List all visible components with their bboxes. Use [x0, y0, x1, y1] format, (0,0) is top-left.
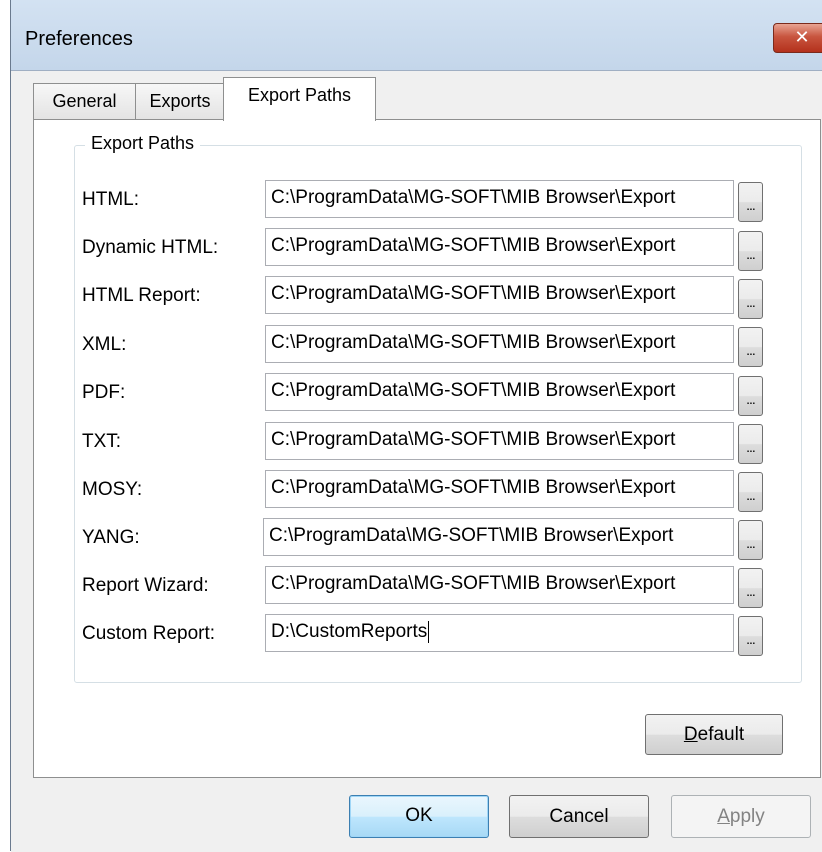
title-bar[interactable]: Preferences ✕: [11, 0, 822, 70]
custom-report-browse-button[interactable]: ...: [738, 616, 763, 656]
custom-report-label: Custom Report:: [82, 623, 216, 644]
tab-exports[interactable]: Exports: [135, 83, 225, 120]
xml-label: XML:: [82, 334, 127, 355]
txt-browse-button[interactable]: ...: [738, 424, 763, 464]
html-report-label: HTML Report:: [82, 285, 201, 306]
dynamic-html-path-value: C:\ProgramData\MG-SOFT\MIB Browser\Expor…: [271, 235, 676, 256]
yang-label: YANG:: [82, 527, 140, 548]
html-browse-button[interactable]: ...: [738, 182, 763, 222]
default-label-mnemonic: D: [683, 724, 698, 745]
custom-report-path-value: D:\CustomReports: [271, 621, 428, 643]
mosy-path-field[interactable]: C:\ProgramData\MG-SOFT\MIB Browser\Expor…: [265, 470, 734, 508]
html-path-value: C:\ProgramData\MG-SOFT\MIB Browser\Expor…: [271, 187, 676, 208]
dynamic-html-path-field[interactable]: C:\ProgramData\MG-SOFT\MIB Browser\Expor…: [265, 228, 734, 266]
tab-panel-export-paths: Export Paths HTML: C:\ProgramData\MG-SOFT…: [33, 119, 821, 778]
xml-browse-button[interactable]: ...: [738, 327, 763, 367]
pdf-path-field[interactable]: C:\ProgramData\MG-SOFT\MIB Browser\Expor…: [265, 373, 734, 411]
apply-label-mnemonic: A: [717, 806, 730, 827]
tab-general[interactable]: General: [33, 83, 136, 120]
html-report-path-value: C:\ProgramData\MG-SOFT\MIB Browser\Expor…: [271, 283, 676, 304]
mosy-label: MOSY:: [82, 479, 143, 500]
report-wizard-browse-button[interactable]: ...: [738, 568, 763, 608]
report-wizard-path-value: C:\ProgramData\MG-SOFT\MIB Browser\Expor…: [271, 573, 676, 594]
apply-button[interactable]: Apply: [671, 795, 811, 838]
mosy-path-value: C:\ProgramData\MG-SOFT\MIB Browser\Expor…: [271, 477, 676, 498]
text-caret: [428, 621, 430, 643]
tab-export-paths[interactable]: Export Paths: [223, 77, 376, 121]
txt-path-field[interactable]: C:\ProgramData\MG-SOFT\MIB Browser\Expor…: [265, 422, 734, 460]
html-report-path-field[interactable]: C:\ProgramData\MG-SOFT\MIB Browser\Expor…: [265, 276, 734, 314]
ok-button[interactable]: OK: [349, 795, 489, 838]
report-wizard-label: Report Wizard:: [82, 575, 209, 596]
html-label: HTML:: [82, 189, 139, 210]
dialog-title: Preferences: [25, 28, 133, 50]
report-wizard-path-field[interactable]: C:\ProgramData\MG-SOFT\MIB Browser\Expor…: [265, 566, 734, 604]
txt-label: TXT:: [82, 431, 122, 452]
close-icon: ✕: [794, 27, 810, 47]
close-button[interactable]: ✕: [773, 23, 822, 53]
xml-path-value: C:\ProgramData\MG-SOFT\MIB Browser\Expor…: [271, 332, 676, 353]
custom-report-path-field[interactable]: D:\CustomReports: [265, 614, 734, 652]
cancel-button[interactable]: Cancel: [509, 795, 649, 838]
preferences-dialog: Preferences ✕ General Exports Export Pat…: [10, 0, 822, 852]
apply-label-rest: pply: [729, 806, 765, 827]
default-button[interactable]: Default: [645, 714, 783, 755]
default-label-rest: efault: [697, 724, 745, 745]
dialog-client-area: General Exports Export Paths Export Path…: [11, 70, 822, 852]
dynamic-html-label: Dynamic HTML:: [82, 237, 219, 258]
xml-path-field[interactable]: C:\ProgramData\MG-SOFT\MIB Browser\Expor…: [265, 325, 734, 363]
txt-path-value: C:\ProgramData\MG-SOFT\MIB Browser\Expor…: [271, 429, 676, 450]
group-label: Export Paths: [85, 133, 201, 154]
pdf-browse-button[interactable]: ...: [738, 376, 763, 416]
yang-path-field[interactable]: C:\ProgramData\MG-SOFT\MIB Browser\Expor…: [263, 518, 734, 556]
yang-browse-button[interactable]: ...: [738, 520, 763, 560]
yang-path-value: C:\ProgramData\MG-SOFT\MIB Browser\Expor…: [269, 525, 674, 546]
html-report-browse-button[interactable]: ...: [738, 279, 763, 319]
pdf-label: PDF:: [82, 382, 126, 403]
html-path-field[interactable]: C:\ProgramData\MG-SOFT\MIB Browser\Expor…: [265, 180, 734, 218]
pdf-path-value: C:\ProgramData\MG-SOFT\MIB Browser\Expor…: [271, 380, 676, 401]
mosy-browse-button[interactable]: ...: [738, 472, 763, 512]
dynamic-html-browse-button[interactable]: ...: [738, 231, 763, 271]
